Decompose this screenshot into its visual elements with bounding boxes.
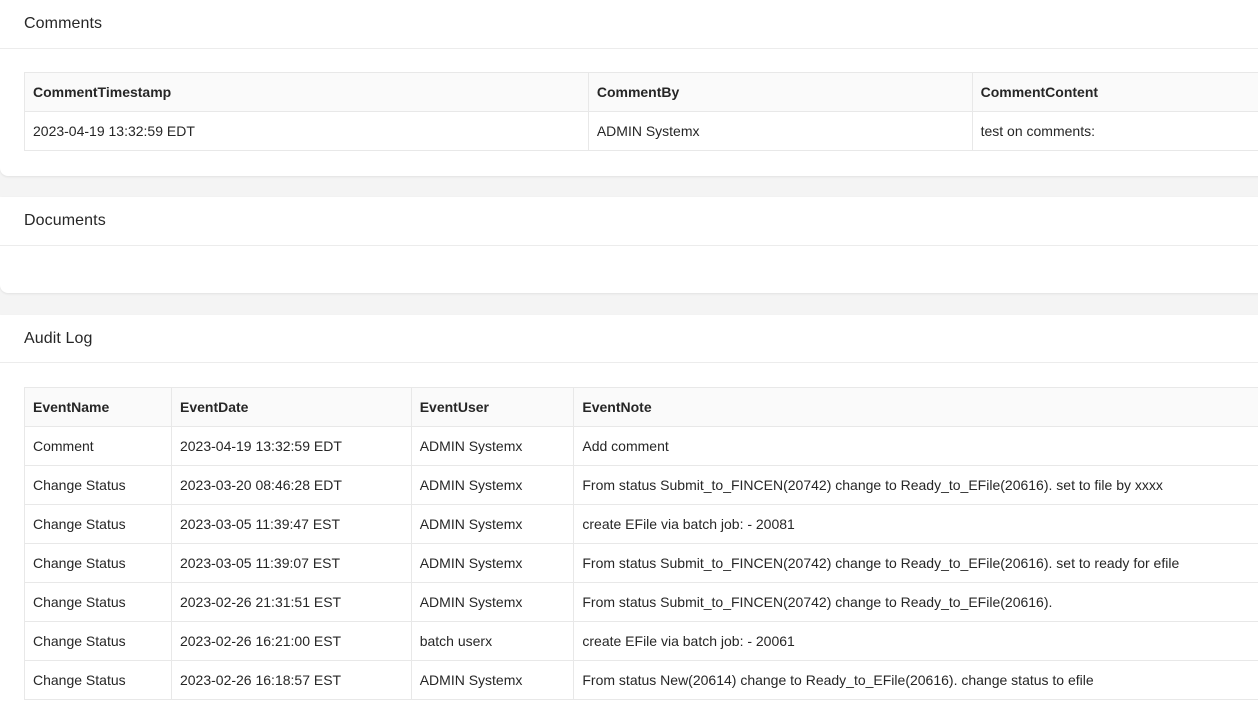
audit-log-header: Audit Log [0, 315, 1258, 363]
event-name-cell: Change Status [24, 582, 172, 622]
table-row[interactable]: Change Status 2023-03-20 08:46:28 EDT AD… [24, 465, 1258, 505]
audit-log-title: Audit Log [24, 329, 93, 347]
column-header-event-note[interactable]: EventNote [573, 387, 1258, 427]
event-date-cell: 2023-03-05 11:39:07 EST [170, 543, 412, 583]
event-name-cell: Change Status [24, 621, 172, 661]
comment-content-cell: test on comments: [971, 111, 1258, 151]
event-user-cell: batch userx [410, 621, 575, 661]
table-row[interactable]: Change Status 2023-02-26 21:31:51 EST AD… [24, 582, 1258, 622]
event-user-cell: ADMIN Systemx [410, 543, 575, 583]
event-name-cell: Comment [24, 426, 172, 466]
table-row[interactable]: Change Status 2023-03-05 11:39:07 EST AD… [24, 543, 1258, 583]
column-header-comment-content[interactable]: CommentContent [971, 72, 1258, 112]
event-user-cell: ADMIN Systemx [410, 660, 575, 700]
documents-title: Documents [24, 212, 106, 229]
event-date-cell: 2023-03-20 08:46:28 EDT [170, 465, 412, 505]
event-name-cell: Change Status [24, 660, 172, 700]
event-user-cell: ADMIN Systemx [410, 426, 575, 466]
event-date-cell: 2023-02-26 16:18:57 EST [170, 660, 412, 700]
comments-header: Comments [0, 0, 1258, 49]
table-row[interactable]: Change Status 2023-02-26 16:21:00 EST ba… [24, 621, 1258, 661]
event-user-cell: ADMIN Systemx [410, 504, 575, 544]
event-user-cell: ADMIN Systemx [410, 465, 575, 505]
column-header-comment-by[interactable]: CommentBy [587, 72, 973, 112]
event-date-cell: 2023-04-19 13:32:59 EDT [170, 426, 412, 466]
table-row[interactable]: Change Status 2023-03-05 11:39:47 EST AD… [24, 504, 1258, 544]
table-row[interactable]: 2023-04-19 13:32:59 EDT ADMIN Systemx te… [24, 111, 1258, 151]
column-header-event-user[interactable]: EventUser [410, 387, 575, 427]
comment-by-cell: ADMIN Systemx [587, 111, 973, 151]
comments-panel: Comments CommentTimestamp CommentBy Comm… [0, 0, 1258, 176]
table-row[interactable]: Change Status 2023-02-26 16:18:57 EST AD… [24, 660, 1258, 700]
comments-table: CommentTimestamp CommentBy CommentConten… [24, 72, 1258, 151]
event-note-cell: From status New(20614) change to Ready_t… [573, 660, 1258, 700]
event-name-cell: Change Status [24, 504, 172, 544]
event-note-cell: From status Submit_to_FINCEN(20742) chan… [573, 582, 1258, 622]
column-header-event-date[interactable]: EventDate [170, 387, 412, 427]
event-user-cell: ADMIN Systemx [410, 582, 575, 622]
event-note-cell: From status Submit_to_FINCEN(20742) chan… [573, 465, 1258, 505]
event-name-cell: Change Status [24, 465, 172, 505]
column-header-event-name[interactable]: EventName [24, 387, 172, 427]
page: Comments CommentTimestamp CommentBy Comm… [0, 0, 1258, 703]
event-note-cell: From status Submit_to_FINCEN(20742) chan… [573, 543, 1258, 583]
event-note-cell: create EFile via batch job: - 20061 [573, 621, 1258, 661]
audit-log-body: EventName EventDate EventUser EventNote … [0, 363, 1258, 703]
event-date-cell: 2023-02-26 21:31:51 EST [170, 582, 412, 622]
event-note-cell: Add comment [573, 426, 1258, 466]
audit-log-panel: Audit Log EventName EventDate EventUser … [0, 315, 1258, 703]
documents-header: Documents [0, 197, 1258, 246]
event-name-cell: Change Status [24, 543, 172, 583]
table-row[interactable]: Comment 2023-04-19 13:32:59 EDT ADMIN Sy… [24, 426, 1258, 466]
comments-body: CommentTimestamp CommentBy CommentConten… [0, 49, 1258, 175]
comment-timestamp-cell: 2023-04-19 13:32:59 EDT [24, 111, 589, 151]
event-note-cell: create EFile via batch job: - 20081 [573, 504, 1258, 544]
documents-panel: Documents [0, 197, 1258, 293]
documents-body [0, 246, 1258, 293]
comments-title: Comments [24, 15, 103, 32]
comments-header-row: CommentTimestamp CommentBy CommentConten… [24, 72, 1258, 112]
audit-log-table: EventName EventDate EventUser EventNote … [24, 387, 1258, 700]
audit-log-header-row: EventName EventDate EventUser EventNote [24, 387, 1258, 427]
event-date-cell: 2023-03-05 11:39:47 EST [170, 504, 412, 544]
event-date-cell: 2023-02-26 16:21:00 EST [170, 621, 412, 661]
column-header-comment-timestamp[interactable]: CommentTimestamp [24, 72, 589, 112]
